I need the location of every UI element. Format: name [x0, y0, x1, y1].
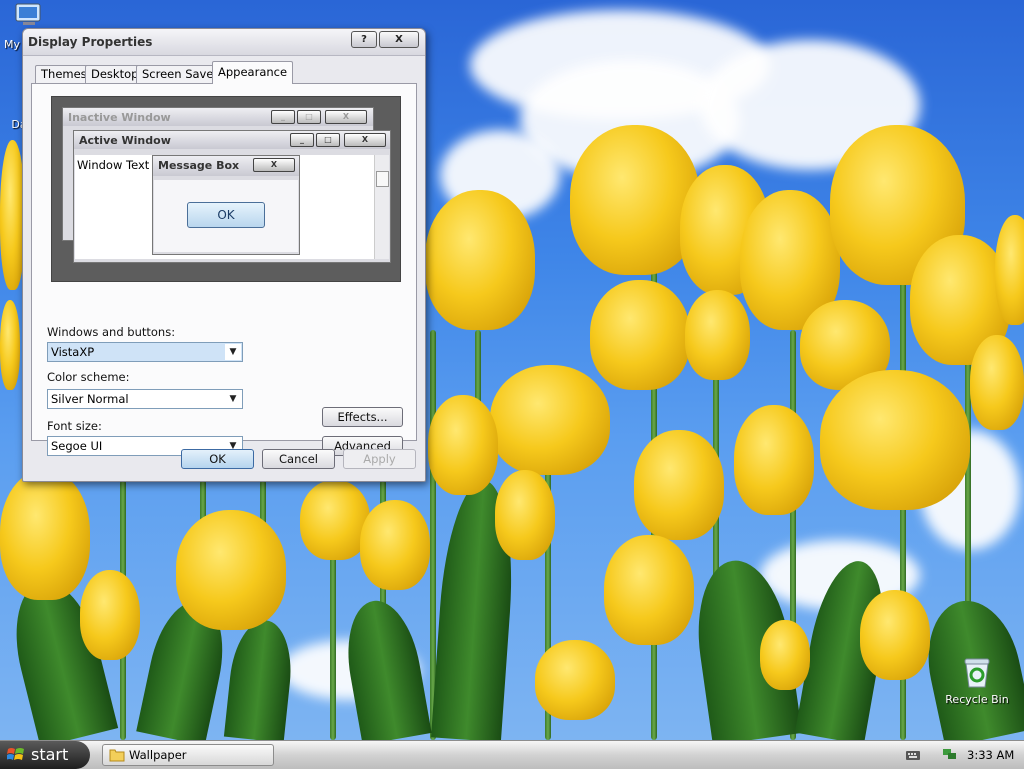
message-box-preview: Message Box X OK [152, 155, 300, 255]
title-bar[interactable]: Display Properties ? X [23, 29, 425, 56]
appearance-panel: Inactive Window _ □ X Active Window _ □ … [31, 83, 417, 456]
cancel-button[interactable]: Cancel [262, 449, 335, 469]
folder-icon [109, 749, 125, 762]
inactive-window-title: Inactive Window [68, 111, 171, 124]
minimize-icon: _ [271, 110, 295, 124]
maximize-icon: □ [297, 110, 321, 124]
windows-buttons-value: VistaXP [51, 345, 95, 359]
maximize-icon: □ [316, 133, 340, 147]
appearance-preview: Inactive Window _ □ X Active Window _ □ … [51, 96, 401, 282]
taskbar: start Wallpaper 3:33 AM [0, 740, 1024, 769]
start-button[interactable]: start [0, 741, 90, 769]
font-size-value: Segoe UI [51, 439, 103, 453]
computer-icon [15, 3, 41, 25]
active-title-bar: Active Window _ □ X [74, 131, 390, 149]
windows-buttons-select[interactable]: VistaXP ▼ [47, 342, 243, 362]
taskbar-item-label: Wallpaper [129, 748, 187, 762]
active-window-title: Active Window [79, 134, 171, 147]
keyboard-icon[interactable] [905, 748, 921, 762]
color-scheme-value: Silver Normal [51, 392, 129, 406]
recycle-bin-icon [964, 658, 990, 688]
close-icon: X [325, 110, 367, 124]
message-title-bar: Message Box X [153, 156, 299, 176]
chevron-down-icon[interactable]: ▼ [225, 344, 241, 360]
scrollbar-thumb [376, 171, 389, 187]
effects-button[interactable]: Effects... [322, 407, 403, 427]
help-button[interactable]: ? [351, 31, 377, 48]
message-box-title: Message Box [158, 159, 240, 172]
minimize-icon: _ [290, 133, 314, 147]
chevron-down-icon[interactable]: ▼ [225, 391, 241, 407]
preview-scrollbar [374, 155, 389, 259]
network-icon[interactable] [941, 747, 957, 761]
windows-logo-icon [7, 748, 24, 760]
taskbar-item-wallpaper[interactable]: Wallpaper [102, 744, 274, 766]
my-computer-icon[interactable]: My [4, 2, 54, 51]
display-properties-window: Display Properties ? X Themes Desktop Sc… [22, 28, 426, 482]
window-title: Display Properties [28, 35, 153, 49]
clock[interactable]: 3:33 AM [967, 748, 1014, 762]
ok-button[interactable]: OK [181, 449, 254, 469]
inactive-title-bar: Inactive Window _ □ X [63, 108, 373, 126]
close-icon: X [344, 133, 386, 147]
window-text: Window Text [77, 158, 150, 172]
desktop-icon-label: Recycle Bin [945, 693, 1009, 706]
desktop-icon-label: My [4, 38, 21, 51]
close-button[interactable]: X [379, 31, 419, 48]
close-icon: X [253, 158, 295, 172]
preview-ok-button: OK [187, 202, 265, 228]
recycle-bin[interactable]: Recycle Bin [942, 655, 1012, 706]
tab-screen-saver[interactable]: Screen Saver [136, 65, 225, 83]
color-scheme-label: Color scheme: [47, 370, 130, 384]
windows-buttons-label: Windows and buttons: [47, 325, 176, 339]
system-tray: 3:33 AM [895, 741, 1024, 769]
font-size-label: Font size: [47, 419, 102, 433]
start-label: start [31, 745, 69, 764]
apply-button[interactable]: Apply [343, 449, 416, 469]
tab-appearance[interactable]: Appearance [212, 61, 294, 84]
color-scheme-select[interactable]: Silver Normal ▼ [47, 389, 243, 409]
